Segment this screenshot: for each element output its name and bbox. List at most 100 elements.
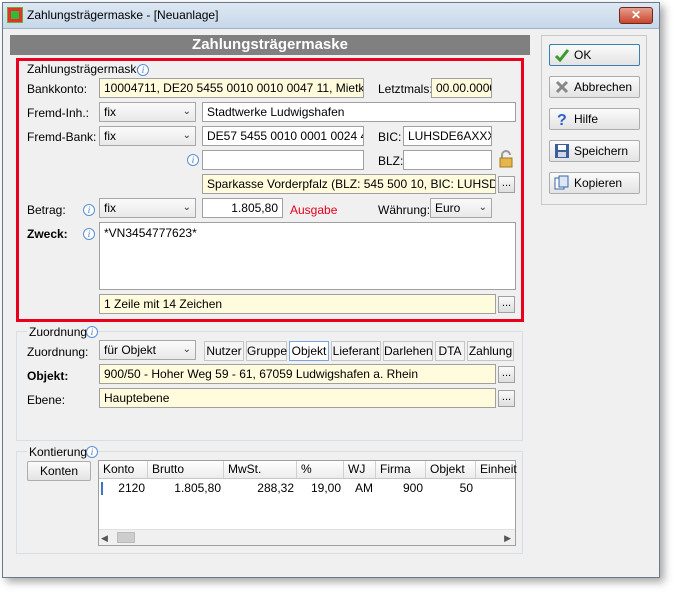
info-icon[interactable]: i [137,64,149,76]
cell-objekt: 50 [459,481,473,495]
bic-label: BIC: [378,130,402,144]
cell-brutto: 1.805,80 [174,481,221,495]
bank-name-field: Sparkasse Vorderpfalz (BLZ: 545 500 10, … [202,174,496,194]
zweck-value: *VN3454777623* [104,226,197,240]
konten-button[interactable]: Konten [27,461,91,481]
cell-percent: 19,00 [310,481,341,495]
save-disk-icon [555,144,569,158]
column-header-wj[interactable]: WJ [344,461,376,479]
info-icon[interactable]: i [83,228,95,240]
bank-lookup-button[interactable]: ... [498,176,515,193]
waehrung-label: Währung: [378,203,431,217]
bic-field[interactable]: LUHSDE6AXXX [403,126,492,146]
waehrung-select[interactable]: Euro ⌄ [430,198,492,218]
ebene-label: Ebene: [27,393,66,407]
window-title: Zahlungsträgermaske - [Neuanlage] [27,8,219,22]
cancel-x-icon [555,80,569,94]
letztmals-label: Letztmals: [378,82,433,96]
column-header-objekt[interactable]: Objekt [426,461,476,479]
tab-darlehen[interactable]: Darlehen [383,341,433,361]
tab-objekt[interactable]: Objekt [289,341,329,361]
save-label: Speichern [574,144,629,158]
column-header-einheit[interactable]: Einheit [476,461,517,479]
ok-check-icon [554,49,570,63]
chevron-down-icon: ⌄ [182,344,191,355]
svg-text:?: ? [557,112,567,127]
zweck-textarea[interactable]: *VN3454777623* [99,222,516,290]
ebene-lookup-button[interactable]: ... [498,390,515,407]
close-icon: ✕ [630,8,642,22]
fremd-inh-mode-value: fix [104,105,116,119]
tab-dta[interactable]: DTA [435,341,465,361]
tab-lieferant[interactable]: Lieferant [331,341,381,361]
cell-wj: AM [355,481,373,495]
app-icon [7,7,23,23]
tab-nutzer[interactable]: Nutzer [204,341,244,361]
tab-zahlung[interactable]: Zahlung [467,341,514,361]
cell-einheit [476,480,515,497]
title-bar: Zahlungsträgermaske - [Neuanlage] ✕ [3,3,659,29]
blz-label: BLZ: [378,154,404,168]
ellipsis-icon: ... [501,391,512,403]
save-button[interactable]: Speichern [549,140,640,162]
betrag-type: Ausgabe [290,203,338,217]
fremd-inh-mode-select[interactable]: fix ⌄ [99,102,196,122]
iban-field[interactable]: DE57 5455 0010 0001 0024 45 [202,126,364,146]
column-header-firma[interactable]: Firma [376,461,426,479]
letztmals-field: 00.00.0000 [431,78,492,98]
cell-mwst: 288,32 [257,481,294,495]
objekt-label: Objekt: [27,369,69,383]
fremd-bank-label: Fremd-Bank: [27,130,97,144]
column-header-percent[interactable]: % [297,461,344,479]
zweck-more-button[interactable]: ... [498,296,515,313]
fremd-inh-field[interactable]: Stadtwerke Ludwigshafen [202,102,516,122]
cell-firma: 900 [402,481,423,495]
table-row[interactable]: 2120 1.805,80 288,32 19,00 AM 900 50 [99,480,515,497]
column-header-brutto[interactable]: Brutto [148,461,224,479]
zuordnung-select[interactable]: für Objekt ⌄ [99,340,196,360]
copy-button[interactable]: Kopieren [549,172,640,194]
help-question-icon: ? [557,112,567,127]
blz-field[interactable] [403,150,492,170]
info-icon[interactable]: i [86,446,98,458]
objekt-field: 900/50 - Hoher Weg 59 - 61, 67059 Ludwig… [99,364,496,384]
section-main-title: Zahlungsträgermaske [27,62,144,76]
section-kontierung-title: Kontierung [27,445,90,459]
objekt-lookup-button[interactable]: ... [498,366,515,383]
section-zuordnung-title: Zuordnung [27,325,90,339]
scroll-thumb[interactable] [117,532,135,543]
betrag-mode-select[interactable]: fix ⌄ [99,198,196,218]
page-title: Zahlungsträgermaske [10,35,530,55]
lock-icon[interactable] [498,150,514,168]
ellipsis-icon: ... [501,367,512,379]
cancel-button[interactable]: Abbrechen [549,76,640,98]
zweck-info-field: 1 Zeile mit 14 Zeichen [99,294,496,314]
betrag-mode-value: fix [104,201,116,215]
ok-label: OK [574,48,592,62]
cancel-label: Abbrechen [574,80,633,94]
cell-konto: 2120 [118,481,145,495]
ebene-field: Hauptebene [99,388,496,408]
close-button[interactable]: ✕ [619,7,653,24]
ellipsis-icon: ... [501,177,512,189]
tab-gruppe[interactable]: Gruppe [246,341,287,361]
copy-icon [554,175,569,190]
horizontal-scrollbar[interactable]: ◀ ▶ [99,529,515,545]
scroll-left-icon[interactable]: ◀ [101,533,108,544]
fremd-bank-mode-value: fix [104,129,116,143]
info-icon[interactable]: i [187,154,199,166]
column-header-mwst[interactable]: MwSt. [224,461,297,479]
info-icon[interactable]: i [83,204,95,216]
copy-label: Kopieren [574,176,623,190]
betrag-field[interactable]: 1.805,80 [202,198,283,218]
bankkonto-field[interactable]: 10004711, DE20 5455 0010 0010 0047 11, M… [99,78,364,98]
ellipsis-icon: ... [501,297,512,309]
ok-button[interactable]: OK [549,44,640,66]
column-header-konto[interactable]: Konto [99,461,148,479]
waehrung-value: Euro [435,201,461,215]
fremd-bank-mode-select[interactable]: fix ⌄ [99,126,196,146]
scroll-right-icon[interactable]: ▶ [504,533,511,544]
help-button[interactable]: ? Hilfe [549,108,640,130]
info-icon[interactable]: i [86,326,98,338]
bank-extra-field[interactable] [202,150,364,170]
